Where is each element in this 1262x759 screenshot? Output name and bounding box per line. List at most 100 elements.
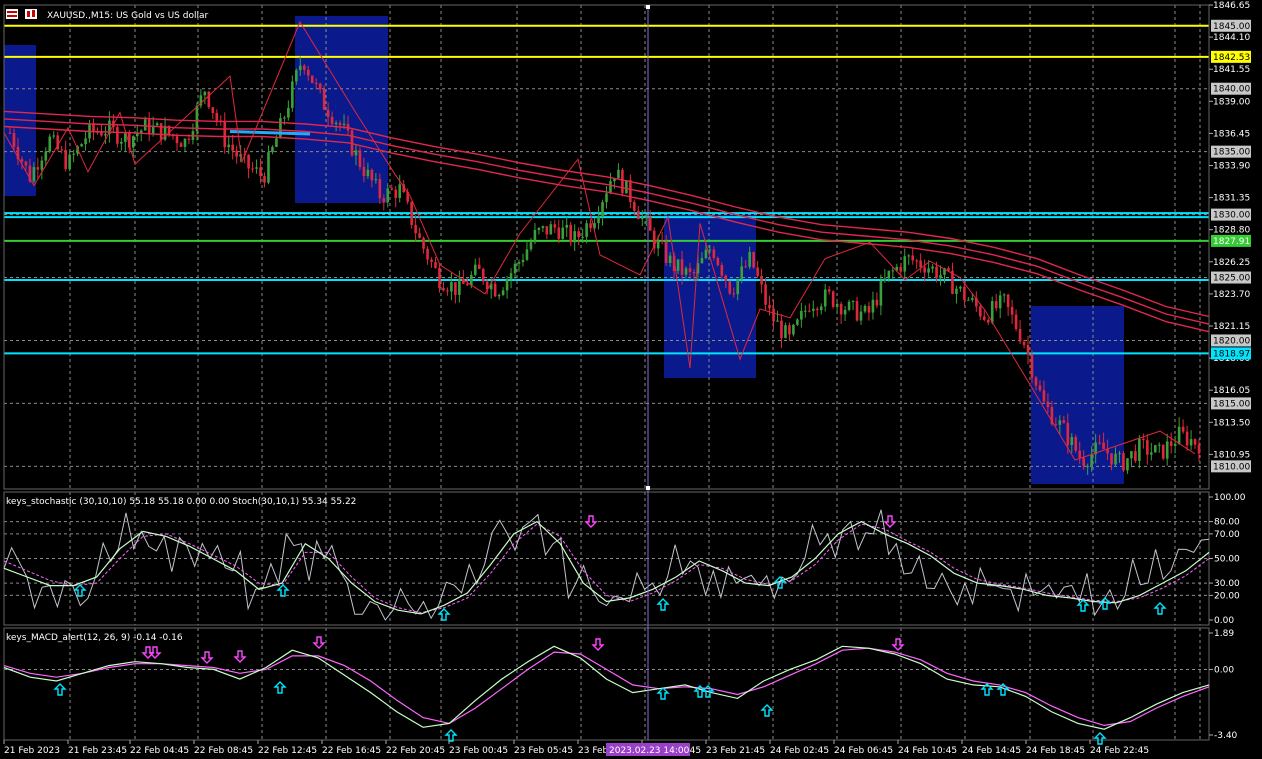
candle-body (1058, 420, 1062, 425)
candle-body (291, 81, 294, 108)
candle-body (1090, 454, 1093, 467)
price-tick-label: 1823.70 (1213, 290, 1250, 300)
candle-body (1010, 307, 1014, 315)
candle-body (1102, 442, 1105, 449)
candle-body (589, 223, 592, 229)
highlight-time-label: 2023.02.23 14:00 (609, 746, 690, 756)
candle-body (617, 169, 620, 179)
candle-body (859, 311, 863, 321)
candle-body (362, 166, 366, 177)
candle-body (52, 135, 56, 137)
price-tick-label: 1831.35 (1213, 194, 1250, 204)
level-tag-label: 1820.00 (1213, 336, 1250, 346)
candle-body (434, 261, 437, 268)
candle-body (298, 65, 302, 71)
candle-body (207, 91, 211, 108)
candle-body (211, 107, 215, 114)
candle-body (287, 107, 290, 118)
candle-body (839, 303, 843, 315)
price-tick-label: 1844.10 (1213, 33, 1250, 43)
candle-body (175, 136, 179, 144)
candle-body (1165, 441, 1169, 459)
chart-type-icon[interactable] (6, 9, 18, 19)
arrow-up-icon (1153, 602, 1167, 615)
candle-body (724, 275, 728, 282)
candle-body (792, 324, 795, 335)
crosshair-handle-top (646, 5, 650, 9)
candle-body (704, 249, 708, 259)
candle-body (998, 295, 1002, 309)
trading-chart[interactable]: 1846.65 1844.10 1841.55 1839.00 1836.45 1833.… (0, 0, 1262, 759)
time-axis: 21 Feb 2023 21 Feb 23:45 22 Feb 04:45 22 Fe… (3, 740, 1149, 756)
candle-body (1002, 294, 1006, 296)
candle-body (247, 154, 250, 169)
candle-body (223, 121, 227, 148)
candle-body (784, 325, 787, 338)
candle-body (481, 268, 485, 282)
stoch-raw-line (3, 509, 1210, 621)
candle-body (923, 267, 926, 273)
time-tick-label: 24 Feb 10:45 (898, 746, 957, 756)
candle-body (509, 273, 513, 280)
arrow-up-icon (1098, 597, 1112, 610)
crosshair-vline[interactable]: 2023.02.23 14:00 (606, 5, 690, 756)
candle-body (768, 304, 771, 309)
candle-body (581, 236, 584, 238)
candle-body (1193, 439, 1197, 445)
candles-icon[interactable] (25, 9, 37, 19)
signal-arrows (53, 515, 1167, 745)
candle-body (322, 89, 326, 110)
candle-body (716, 257, 720, 266)
candle-body (358, 150, 362, 167)
candle-body (891, 270, 895, 272)
candle-body (668, 255, 672, 263)
candle-body (819, 306, 823, 311)
candle-body (601, 202, 604, 217)
candle-body (330, 116, 334, 125)
candle-body (644, 217, 648, 219)
candle-body (477, 264, 481, 269)
candle-body (625, 180, 628, 194)
candle-body (60, 149, 63, 151)
arrow-up-icon (444, 729, 458, 742)
candle-body (684, 268, 688, 275)
price-tick-label: 1846.65 (1213, 1, 1250, 11)
candle-body (12, 132, 16, 147)
candle-body (935, 266, 938, 279)
candle-body (971, 298, 974, 300)
stoch-tick-label: 0.00 (1214, 616, 1234, 626)
candle-body (1006, 294, 1010, 308)
candle-body (251, 168, 254, 170)
candle-body (887, 270, 891, 279)
candle-body (271, 146, 274, 153)
candle-body (84, 138, 87, 145)
candle-body (493, 283, 497, 297)
time-tick-label: 24 Feb 02:45 (770, 746, 829, 756)
candle-body (446, 290, 449, 292)
candle-body (414, 225, 417, 234)
candle-body (823, 289, 827, 307)
level-tag-label: 1825.00 (1213, 274, 1250, 284)
candle-body (1074, 436, 1078, 451)
candle-body (1078, 450, 1082, 458)
candle-body (629, 180, 632, 203)
candle-body (656, 240, 660, 249)
candle-body (831, 291, 835, 307)
candle-body (1177, 426, 1181, 444)
price-tick-label: 1810.95 (1213, 450, 1250, 460)
stoch-signal-line (3, 523, 1210, 614)
candle-body (708, 249, 712, 251)
candle-body (314, 82, 318, 84)
candle-body (1038, 385, 1042, 391)
time-tick-label: 22 Feb 08:45 (194, 746, 253, 756)
macd-signal-line (3, 647, 1210, 727)
candles (8, 56, 1201, 475)
candle-body (875, 299, 879, 306)
candle-body (776, 320, 779, 322)
level-tag-label: 1842.53 (1213, 53, 1250, 63)
candle-body (195, 105, 199, 132)
candle-body (398, 184, 402, 198)
stoch-tick-label: 30.00 (1214, 579, 1240, 589)
time-tick-label: 23 Feb (578, 746, 609, 756)
candle-body (386, 188, 390, 203)
